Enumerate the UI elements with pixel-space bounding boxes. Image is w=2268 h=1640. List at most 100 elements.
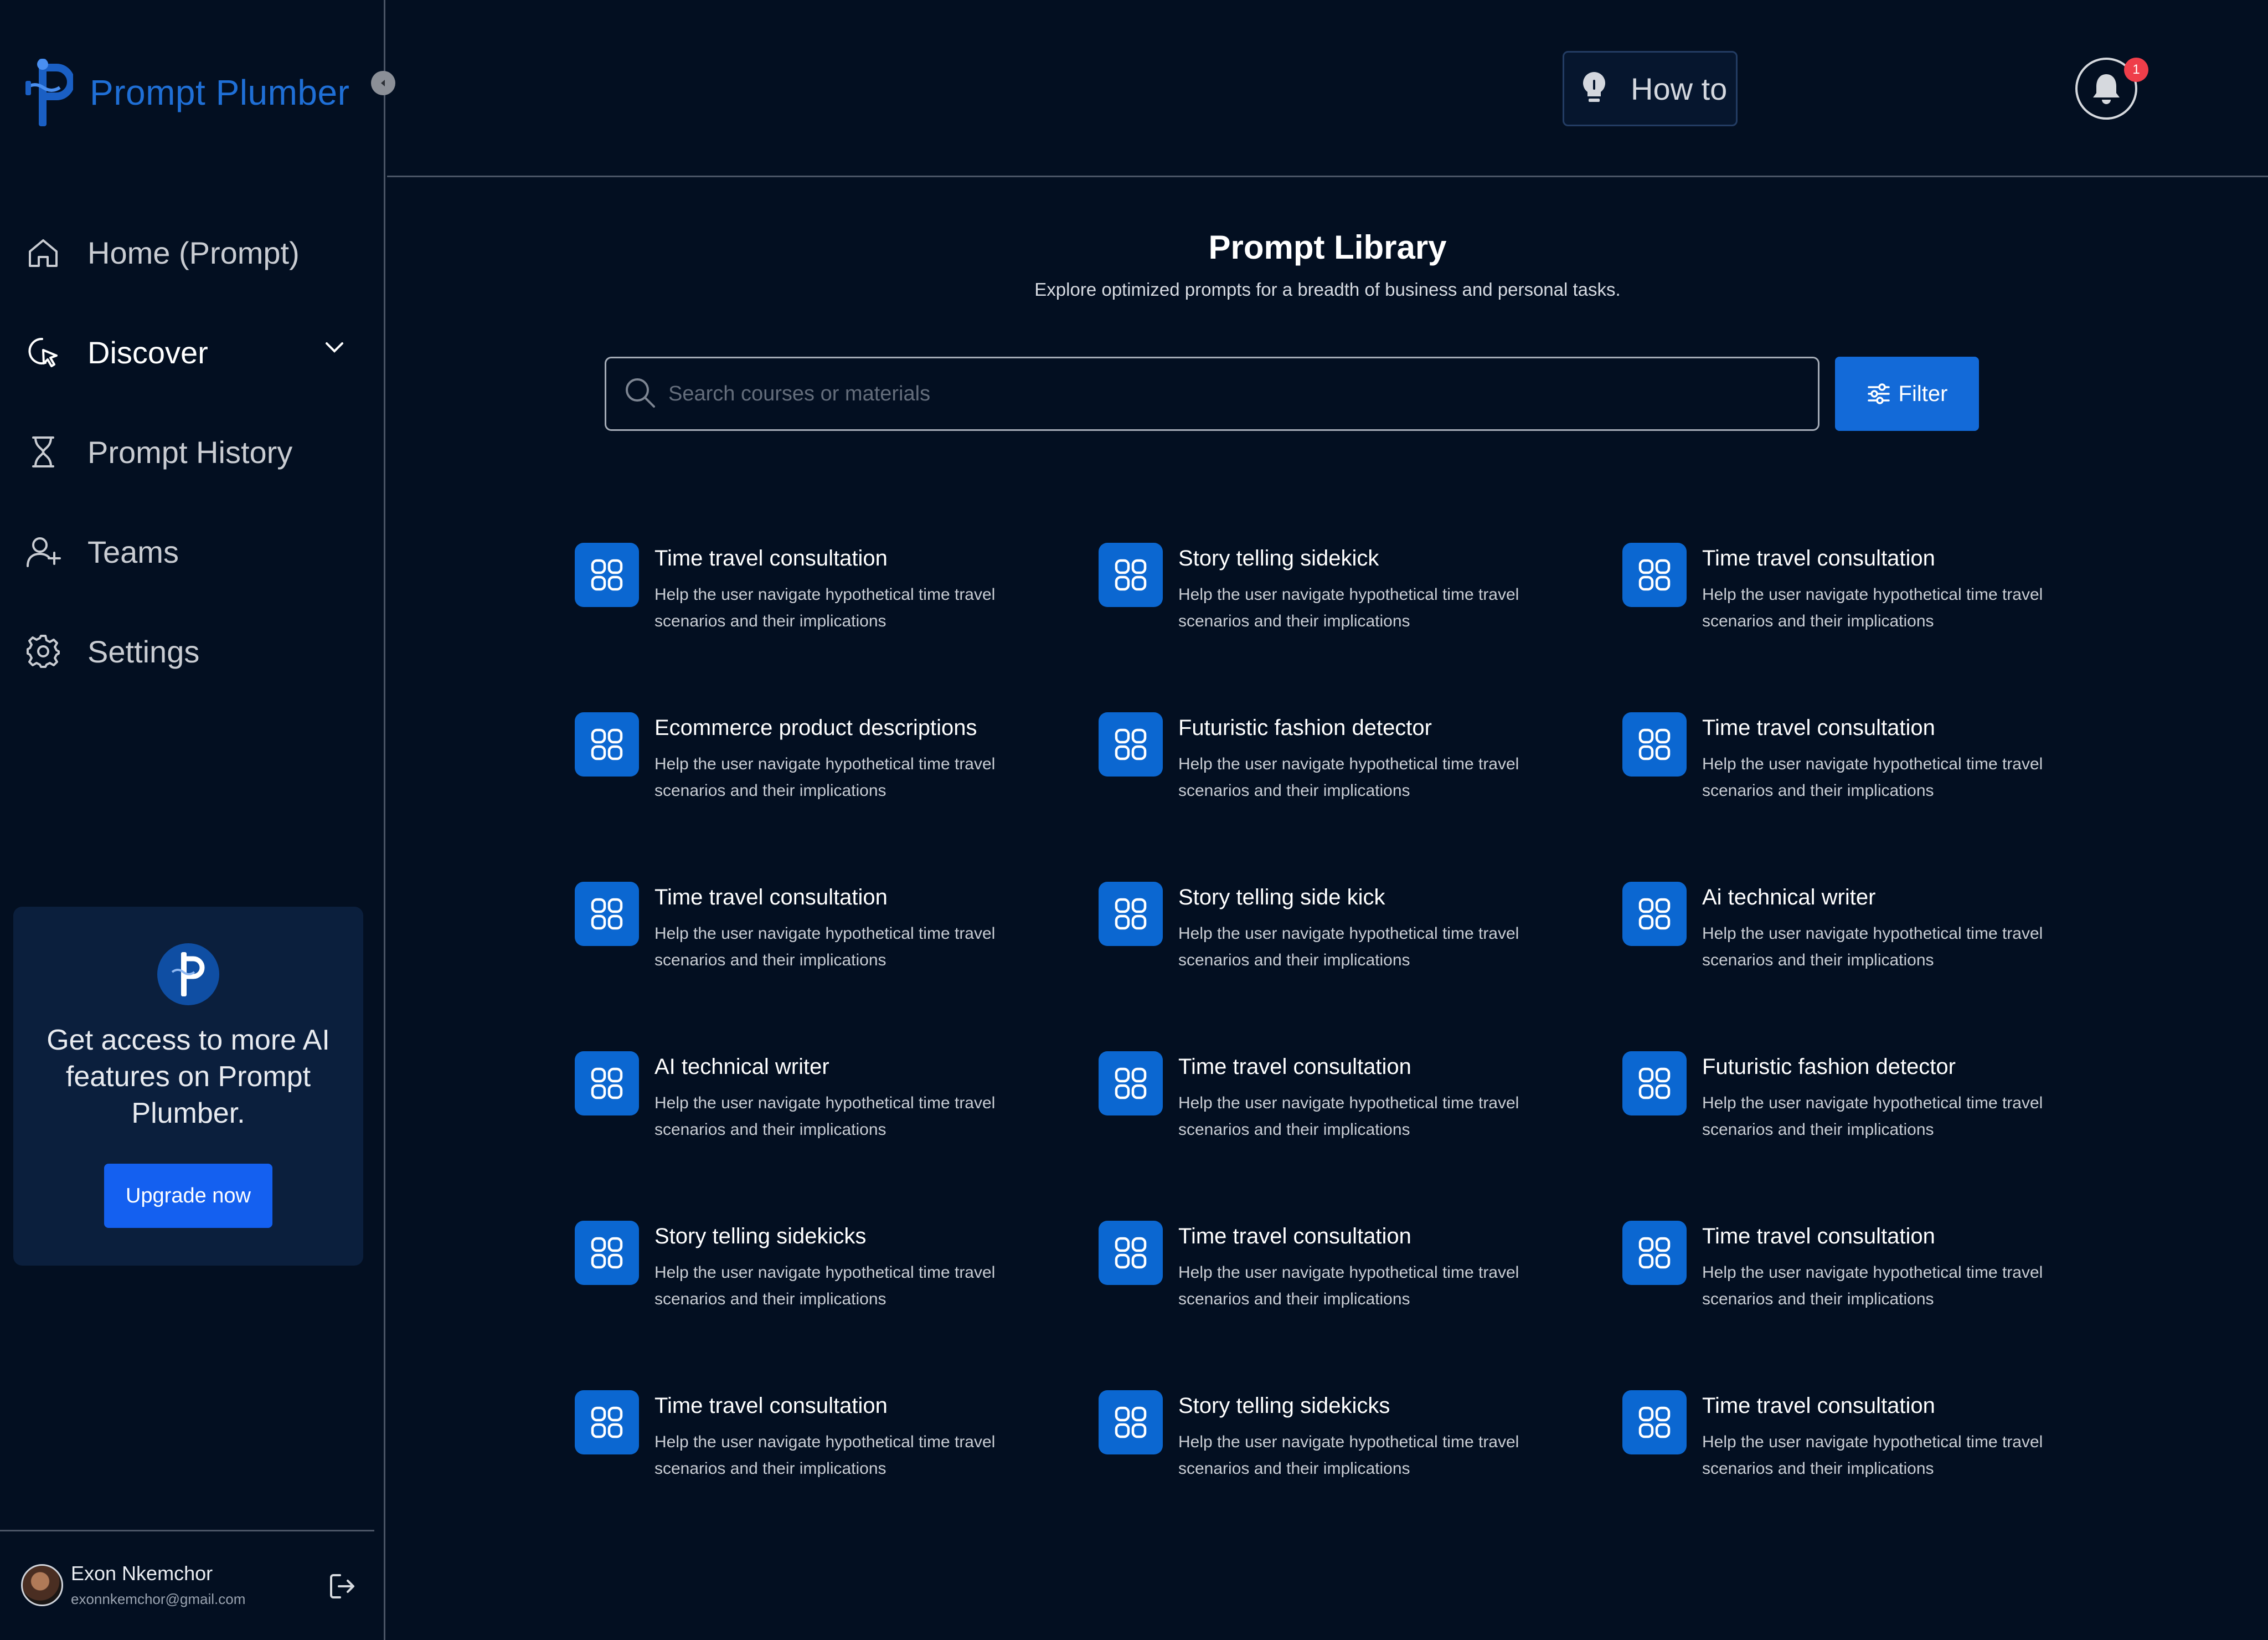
logout-icon[interactable]: [326, 1570, 359, 1603]
sidebar-item-label: Discover: [87, 335, 208, 370]
prompt-grid: Time travel consultation Help the user na…: [575, 543, 2181, 1560]
filter-button[interactable]: Filter: [1835, 357, 1979, 431]
sidebar-nav: Home (Prompt) Discover Prompt History Te…: [24, 203, 357, 701]
prompt-card[interactable]: Time travel consultation Help the user na…: [575, 1390, 1099, 1560]
sidebar-item-teams[interactable]: Teams: [24, 502, 357, 601]
prompt-plumber-logo-icon: [25, 59, 73, 126]
prompt-card-title: Time travel consultation: [1178, 1055, 1411, 1079]
grid-icon: [1622, 543, 1687, 607]
upgrade-now-button[interactable]: Upgrade now: [104, 1164, 272, 1228]
sidebar-item-home[interactable]: Home (Prompt): [24, 203, 357, 302]
sidebar-item-label: Home (Prompt): [87, 235, 300, 270]
filter-label: Filter: [1898, 381, 1948, 406]
grid-icon: [1099, 712, 1163, 777]
divider: [0, 1530, 374, 1531]
grid-icon: [1099, 882, 1163, 946]
prompt-card-description: Help the user navigate hypothetical time…: [654, 1263, 996, 1308]
prompt-card-title: Story telling sidekicks: [1178, 1394, 1390, 1418]
prompt-card[interactable]: Time travel consultation Help the user na…: [575, 543, 1099, 712]
grid-icon: [575, 543, 639, 607]
user-profile[interactable]: Exon Nkemchor exonnkemchor@gmail.com: [21, 1562, 354, 1612]
prompt-card[interactable]: Story telling side kick Help the user nav…: [1099, 882, 1622, 1051]
prompt-card-title: Time travel consultation: [1702, 546, 1935, 570]
sliders-icon: [1867, 383, 1890, 404]
page-subtitle: Explore optimized prompts for a breadth …: [1034, 279, 1621, 300]
grid-icon: [1099, 1221, 1163, 1285]
user-name: Exon Nkemchor: [71, 1562, 213, 1585]
chevron-down-icon[interactable]: [322, 336, 347, 360]
prompt-card-title: Time travel consultation: [654, 546, 888, 570]
prompt-card-description: Help the user navigate hypothetical time…: [1178, 755, 1519, 800]
how-to-button[interactable]: How to: [1563, 51, 1738, 126]
prompt-card-title: Story telling sidekick: [1178, 546, 1379, 570]
prompt-card-description: Help the user navigate hypothetical time…: [654, 585, 996, 630]
prompt-card[interactable]: AI technical writer Help the user navigat…: [575, 1051, 1099, 1221]
grid-icon: [575, 712, 639, 777]
sidebar-item-label: Settings: [87, 634, 200, 669]
grid-icon: [1099, 543, 1163, 607]
page-title: Prompt Library: [1208, 229, 1447, 266]
prompt-card-title: Time travel consultation: [1702, 1394, 1935, 1418]
chevron-left-icon: [381, 80, 385, 86]
search-icon: [623, 376, 657, 413]
prompt-card-description: Help the user navigate hypothetical time…: [1178, 924, 1519, 969]
prompt-card-description: Help the user navigate hypothetical time…: [1702, 585, 2043, 630]
prompt-card[interactable]: Time travel consultation Help the user na…: [1622, 712, 2146, 882]
prompt-card-title: Futuristic fashion detector: [1178, 716, 1432, 740]
prompt-card-description: Help the user navigate hypothetical time…: [654, 1433, 996, 1478]
app-logo[interactable]: Prompt Plumber: [22, 56, 349, 128]
top-bar: [387, 0, 2268, 177]
prompt-card[interactable]: Story telling sidekick Help the user navi…: [1099, 543, 1622, 712]
prompt-card-description: Help the user navigate hypothetical time…: [1702, 924, 2043, 969]
user-add-icon: [24, 533, 62, 570]
prompt-card[interactable]: Time travel consultation Help the user na…: [1622, 543, 2146, 712]
cursor-click-icon: [24, 333, 62, 371]
promo-text: Get access to more AI features on Prompt…: [47, 1024, 330, 1129]
home-icon: [24, 234, 62, 271]
prompt-card[interactable]: Time travel consultation Help the user na…: [1622, 1221, 2146, 1390]
sidebar-item-discover[interactable]: Discover: [24, 302, 357, 402]
prompt-card-title: Futuristic fashion detector: [1702, 1055, 1956, 1079]
prompt-card-description: Help the user navigate hypothetical time…: [654, 1094, 996, 1139]
grid-icon: [1099, 1390, 1163, 1454]
prompt-card-title: Time travel consultation: [654, 885, 888, 909]
prompt-card[interactable]: Ai technical writer Help the user navigat…: [1622, 882, 2146, 1051]
prompt-card-title: Ecommerce product descriptions: [654, 716, 977, 740]
prompt-card-title: Ai technical writer: [1702, 885, 1876, 909]
notification-badge: 1: [2124, 58, 2148, 82]
prompt-card[interactable]: Time travel consultation Help the user na…: [1099, 1051, 1622, 1221]
prompt-card-title: Time travel consultation: [1702, 1224, 1935, 1248]
prompt-card-title: Time travel consultation: [654, 1394, 888, 1418]
grid-icon: [575, 1221, 639, 1285]
grid-icon: [1099, 1051, 1163, 1115]
prompt-card-description: Help the user navigate hypothetical time…: [1702, 1433, 2043, 1478]
prompt-card-description: Help the user navigate hypothetical time…: [1178, 585, 1519, 630]
prompt-card-description: Help the user navigate hypothetical time…: [1702, 755, 2043, 800]
sidebar: Prompt Plumber Home (Prompt) Discover Pr…: [0, 0, 395, 1640]
prompt-card[interactable]: Time travel consultation Help the user na…: [1622, 1390, 2146, 1560]
app-name: Prompt Plumber: [90, 73, 350, 112]
prompt-card[interactable]: Ecommerce product descriptions Help the u…: [575, 712, 1099, 882]
grid-icon: [1622, 1221, 1687, 1285]
avatar: [21, 1564, 63, 1606]
prompt-card-description: Help the user navigate hypothetical time…: [1702, 1094, 2043, 1139]
prompt-card[interactable]: Futuristic fashion detector Help the user…: [1622, 1051, 2146, 1221]
prompt-card[interactable]: Time travel consultation Help the user na…: [575, 882, 1099, 1051]
prompt-card[interactable]: Story telling sidekicks Help the user nav…: [575, 1221, 1099, 1390]
prompt-card-description: Help the user navigate hypothetical time…: [1178, 1094, 1519, 1139]
sidebar-item-prompt-history[interactable]: Prompt History: [24, 402, 357, 502]
search-box: [605, 357, 1819, 431]
lightbulb-icon: [1579, 70, 1610, 108]
sidebar-item-settings[interactable]: Settings: [24, 601, 357, 701]
prompt-card-description: Help the user navigate hypothetical time…: [1702, 1263, 2043, 1308]
prompt-card[interactable]: Futuristic fashion detector Help the user…: [1099, 712, 1622, 882]
search-input[interactable]: [667, 366, 1818, 422]
prompt-card-description: Help the user navigate hypothetical time…: [654, 755, 996, 800]
prompt-card[interactable]: Story telling sidekicks Help the user nav…: [1099, 1390, 1622, 1560]
grid-icon: [575, 882, 639, 946]
hourglass-icon: [24, 433, 62, 471]
sidebar-collapse-button[interactable]: [371, 71, 395, 95]
gear-icon: [24, 633, 62, 670]
grid-icon: [575, 1051, 639, 1115]
prompt-card[interactable]: Time travel consultation Help the user na…: [1099, 1221, 1622, 1390]
